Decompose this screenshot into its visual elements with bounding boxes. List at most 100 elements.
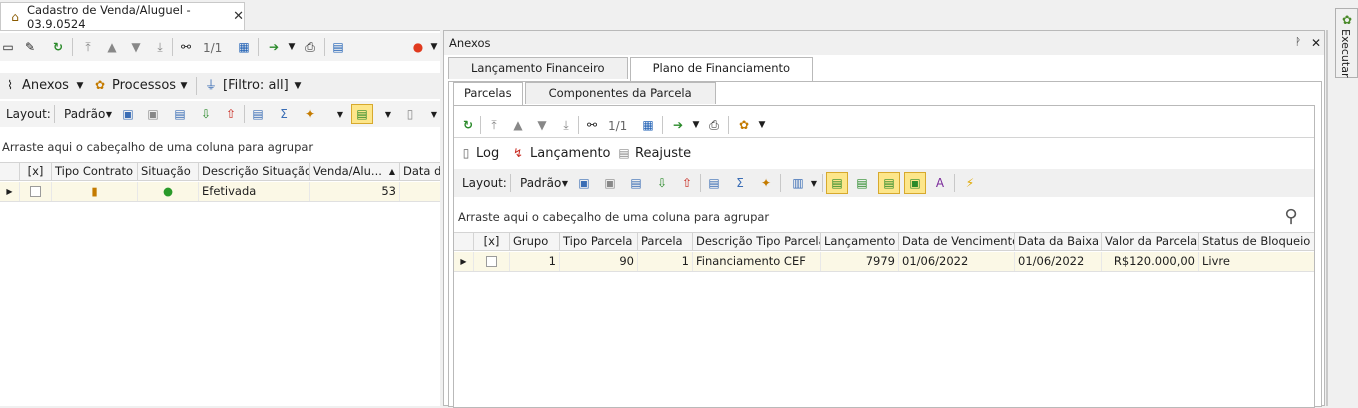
layout-save-icon[interactable]: ▣ (120, 106, 136, 122)
next-record-icon[interactable]: ▼ (534, 117, 550, 133)
column-header-descricao-tipo-parcela[interactable]: Descrição Tipo Parcela (693, 233, 821, 250)
print-icon[interactable]: ⎙ (302, 39, 318, 55)
edit-icon[interactable]: ✎ (22, 39, 38, 55)
tab-lancamento-financeiro[interactable]: Lançamento Financeiro (448, 57, 628, 79)
column-header-data[interactable]: Data de (400, 163, 440, 180)
close-tab-button[interactable]: ✕ (233, 9, 244, 24)
refresh-icon[interactable]: ↻ (50, 39, 66, 55)
chevron-down-icon[interactable]: ▼ (380, 107, 396, 123)
chevron-down-icon[interactable]: ▼ (101, 107, 117, 123)
layout-delete-icon[interactable]: ▣ (145, 106, 161, 122)
export-dropdown-icon[interactable]: ▼ (284, 39, 300, 55)
document-tab[interactable]: ⌂ Cadastro de Venda/Aluguel - 03.9.0524 … (0, 2, 245, 31)
export-icon[interactable]: ➔ (670, 117, 686, 133)
splitter[interactable] (1326, 30, 1328, 406)
chevron-down-icon[interactable]: ▼ (557, 176, 573, 192)
layout-toggle-icon[interactable]: ▤ (826, 172, 848, 194)
sum-icon[interactable]: Σ (276, 106, 292, 122)
export-icon[interactable]: ➔ (266, 39, 282, 55)
column-header-descricao-situacao[interactable]: Descrição Situação (199, 163, 310, 180)
record-dropdown-icon[interactable]: ▼ (426, 39, 442, 55)
column-header-venda-aluguel[interactable]: Venda/Alu... ▲ (310, 163, 400, 180)
binoculars-icon[interactable]: ⚯ (584, 117, 600, 133)
layout-columns-icon[interactable]: ▤ (172, 106, 188, 122)
layout-preset-dropdown[interactable]: Padrão (520, 176, 561, 190)
column-header-tipo-parcela[interactable]: Tipo Parcela (560, 233, 638, 250)
tab-plano-financiamento[interactable]: Plano de Financiamento (629, 57, 814, 81)
anexos-menu[interactable]: Anexos (22, 78, 69, 93)
layout-import-icon[interactable]: ⇩ (654, 175, 670, 191)
highlight-icon[interactable]: ✦ (302, 106, 318, 122)
column-header-status-bloqueio[interactable]: Status de Bloqueio do (1199, 233, 1314, 250)
last-record-icon[interactable]: ⤓ (152, 39, 168, 55)
lightning-icon[interactable]: ⚡ (962, 175, 978, 191)
group-by-area[interactable]: Arraste aqui o cabeçalho de uma coluna p… (458, 210, 769, 224)
binoculars-icon[interactable]: ⚯ (178, 39, 194, 55)
layout-export-icon[interactable]: ⇧ (223, 106, 239, 122)
grid-view-icon[interactable]: ▦ (640, 117, 656, 133)
chevron-down-icon[interactable]: ▼ (806, 176, 822, 192)
search-icon[interactable]: ⚲ (1280, 206, 1302, 228)
executar-dock-tab[interactable]: ✿ Executar (1335, 8, 1358, 78)
next-record-icon[interactable]: ▼ (128, 39, 144, 55)
pin-icon[interactable]: ᚹ (1290, 35, 1306, 51)
layout-format-icon[interactable]: ▤ (250, 106, 266, 122)
chevron-down-icon[interactable]: ▼ (332, 107, 348, 123)
column-header-tipo-contrato[interactable]: Tipo Contrato (52, 163, 138, 180)
layout-preset-dropdown[interactable]: Padrão (64, 107, 105, 121)
panel-close-button[interactable]: ✕ (1308, 35, 1324, 51)
highlight-icon[interactable]: ✦ (758, 175, 774, 191)
row-checkbox[interactable] (20, 182, 52, 201)
refresh-icon[interactable]: ↻ (460, 117, 476, 133)
table-row[interactable]: ▶ ▮ ● Efetivada 53 (0, 182, 440, 202)
gear-icon[interactable]: ✿ (736, 117, 752, 133)
font-icon[interactable]: A (932, 175, 948, 191)
column-header-lancamento[interactable]: Lançamento (821, 233, 899, 250)
print-icon[interactable]: ⎙ (706, 117, 722, 133)
previous-record-icon[interactable]: ▲ (104, 39, 120, 55)
report-icon[interactable]: ▤ (330, 39, 346, 55)
chevron-down-icon[interactable]: ▼ (426, 107, 442, 123)
group-panel-icon[interactable]: ▣ (904, 172, 926, 194)
last-record-icon[interactable]: ⤓ (558, 117, 574, 133)
processos-dropdown-icon[interactable]: ▼ (176, 78, 192, 94)
first-record-icon[interactable]: ⤒ (80, 39, 96, 55)
layout-import-icon[interactable]: ⇩ (198, 106, 214, 122)
export-dropdown-icon[interactable]: ▼ (688, 117, 704, 133)
log-button[interactable]: Log (476, 146, 499, 161)
column-header-valor-parcela[interactable]: Valor da Parcela (1102, 233, 1199, 250)
column-header-data-vencimento[interactable]: Data de Vencimento (899, 233, 1015, 250)
column-header-grupo[interactable]: Grupo (510, 233, 560, 250)
grid-lines-icon[interactable]: ▤ (854, 175, 870, 191)
lancamento-button[interactable]: Lançamento (530, 146, 611, 161)
filter-dropdown-icon[interactable]: ▼ (290, 78, 306, 94)
sum-icon[interactable]: Σ (732, 175, 748, 191)
gear-dropdown-icon[interactable]: ▼ (754, 117, 770, 133)
document-icon[interactable]: ▯ (402, 106, 418, 122)
table-row[interactable]: ▶ 1 90 1 Financiamento CEF 7979 01/06/20… (454, 252, 1314, 272)
layout-toggle-icon[interactable]: ▤ (351, 104, 373, 124)
column-header-data-baixa[interactable]: Data da Baixa (1015, 233, 1102, 250)
layout-format-icon[interactable]: ▤ (706, 175, 722, 191)
filter-menu[interactable]: [Filtro: all] (223, 78, 289, 93)
anexos-dropdown-icon[interactable]: ▼ (72, 78, 88, 94)
tab-componentes-parcela[interactable]: Componentes da Parcela (524, 82, 716, 104)
previous-record-icon[interactable]: ▲ (510, 117, 526, 133)
reajuste-button[interactable]: Reajuste (635, 146, 691, 161)
layout-save-icon[interactable]: ▣ (576, 175, 592, 191)
column-header-parcela[interactable]: Parcela (638, 233, 693, 250)
grid-view-icon[interactable]: ▦ (236, 39, 252, 55)
first-record-icon[interactable]: ⤒ (486, 117, 502, 133)
auto-filter-icon[interactable]: ▤ (878, 172, 900, 194)
processos-menu[interactable]: Processos (112, 78, 176, 93)
layout-delete-icon[interactable]: ▣ (602, 175, 618, 191)
record-icon[interactable]: ● (410, 39, 426, 55)
column-header-select[interactable]: [x] (474, 233, 510, 250)
new-icon[interactable]: ▭ (0, 39, 16, 55)
tab-parcelas[interactable]: Parcelas (453, 82, 523, 106)
column-header-situacao[interactable]: Situação (138, 163, 199, 180)
layout-columns-icon[interactable]: ▤ (628, 175, 644, 191)
row-checkbox[interactable] (474, 252, 510, 271)
column-header-select[interactable]: [x] (20, 163, 52, 180)
group-by-area[interactable]: Arraste aqui o cabeçalho de uma coluna p… (2, 140, 313, 154)
